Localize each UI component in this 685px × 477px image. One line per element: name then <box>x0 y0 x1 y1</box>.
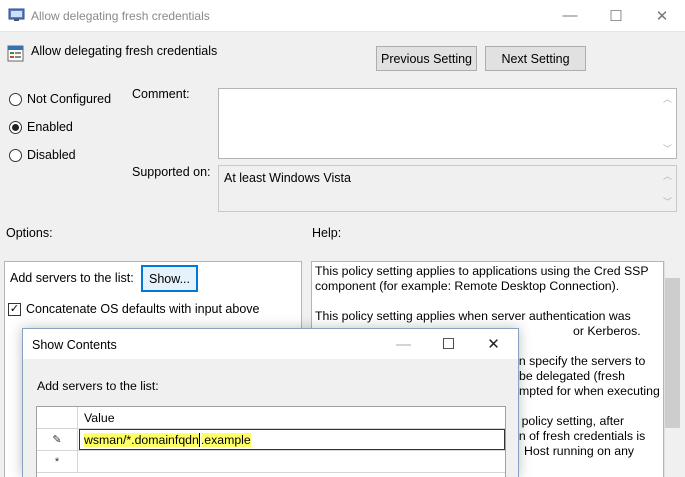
minimize-icon: — <box>562 7 578 24</box>
concatenate-defaults-checkbox[interactable]: ✓ Concatenate OS defaults with input abo… <box>8 302 259 316</box>
dialog-body: Add servers to the list: Value ✎ wsman/*… <box>23 359 518 477</box>
policy-setting-icon <box>7 45 24 62</box>
radio-button[interactable] <box>9 148 22 162</box>
minimize-button[interactable]: — <box>547 0 593 31</box>
options-label: Options: <box>6 226 53 240</box>
comment-scrollbar[interactable]: ︿ ﹀ <box>659 89 676 158</box>
close-icon: ✕ <box>487 336 500 353</box>
dialog-add-servers-label: Add servers to the list: <box>37 379 159 393</box>
scroll-up-icon[interactable]: ︿ <box>663 92 672 105</box>
title-divider <box>0 31 685 32</box>
scroll-down-icon[interactable]: ﹀ <box>663 142 672 155</box>
value-cell[interactable] <box>79 451 84 472</box>
edit-pencil-icon: ✎ <box>37 429 78 450</box>
table-row[interactable]: ✎ wsman/*.domainfqdn .example <box>37 429 505 451</box>
checkbox-checked-icon[interactable]: ✓ <box>8 302 21 316</box>
new-row-asterisk-icon: * <box>37 451 78 472</box>
help-paragraph: This policy setting applies to applicati… <box>315 264 649 293</box>
add-servers-label: Add servers to the list: <box>10 271 134 285</box>
maximize-icon: ☐ <box>441 336 456 353</box>
supported-on-field: At least Windows Vista ︿ ﹀ <box>218 165 677 212</box>
radio-disabled[interactable]: Disabled <box>9 147 76 163</box>
policy-title: Allow delegating fresh credentials <box>31 44 218 58</box>
scroll-up-icon[interactable]: ︿ <box>663 169 672 182</box>
radio-button[interactable] <box>9 92 22 106</box>
grid-header-row: Value <box>37 407 505 429</box>
help-scrollbar-thumb[interactable] <box>665 278 680 428</box>
value-text-after-caret: .example <box>200 432 251 447</box>
dialog-minimize-button[interactable]: — <box>381 329 426 359</box>
maximize-button[interactable]: ☐ <box>593 0 639 31</box>
show-button[interactable]: Show... <box>141 265 198 292</box>
close-button[interactable]: ✕ <box>639 0 685 31</box>
supported-scrollbar[interactable]: ︿ ﹀ <box>659 166 676 211</box>
close-icon: ✕ <box>655 7 669 25</box>
values-grid: Value ✎ wsman/*.domainfqdn .example * <box>36 406 506 477</box>
value-text-before-caret: wsman/*.domainfqdn <box>84 432 199 447</box>
maximize-icon: ☐ <box>609 7 623 25</box>
show-contents-dialog: Show Contents — ☐ ✕ Add servers to the l… <box>22 328 519 477</box>
next-setting-button[interactable]: Next Setting <box>485 46 586 71</box>
policy-window-icon <box>8 8 25 21</box>
value-cell-editing[interactable]: wsman/*.domainfqdn .example <box>79 429 505 450</box>
dialog-title: Show Contents <box>32 338 117 352</box>
radio-label: Enabled <box>27 120 73 134</box>
radio-label: Disabled <box>27 148 76 162</box>
help-label: Help: <box>312 226 342 240</box>
radio-button-selected[interactable] <box>9 120 22 134</box>
grid-corner <box>37 407 78 428</box>
radio-label: Not Configured <box>27 92 112 106</box>
concatenate-label: Concatenate OS defaults with input above <box>26 302 260 316</box>
window-title: Allow delegating fresh credentials <box>31 9 210 23</box>
radio-enabled[interactable]: Enabled <box>9 119 73 135</box>
dialog-close-button[interactable]: ✕ <box>471 329 516 359</box>
supported-on-value: At least Windows Vista <box>224 171 351 185</box>
table-row-new[interactable]: * <box>37 451 505 473</box>
supported-on-label: Supported on: <box>132 165 211 179</box>
dialog-maximize-button[interactable]: ☐ <box>426 329 471 359</box>
column-header-value[interactable]: Value <box>79 407 115 428</box>
radio-not-configured[interactable]: Not Configured <box>9 91 111 107</box>
minimize-icon: — <box>396 335 411 353</box>
comment-label: Comment: <box>132 87 190 101</box>
comment-field[interactable]: ︿ ﹀ <box>218 88 677 159</box>
previous-setting-button[interactable]: Previous Setting <box>376 46 477 71</box>
scroll-down-icon[interactable]: ﹀ <box>663 195 672 208</box>
